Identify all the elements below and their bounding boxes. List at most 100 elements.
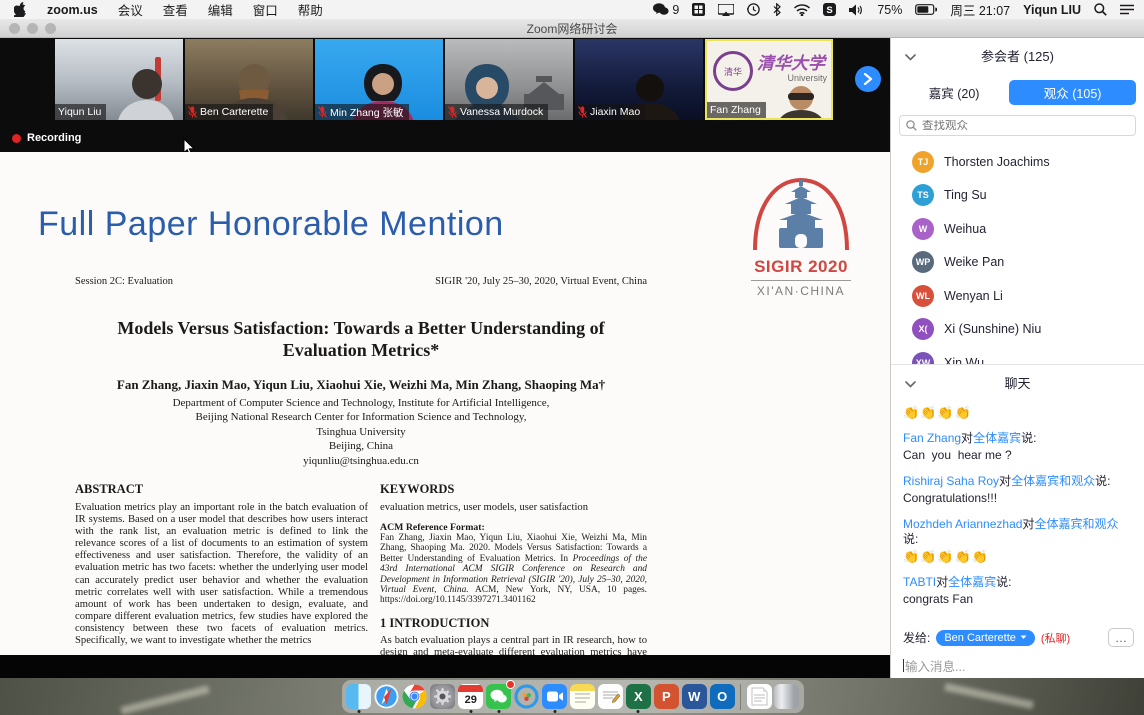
attendee-row[interactable]: TJ Thorsten Joachims — [891, 145, 1144, 179]
muted-mic-icon — [578, 106, 587, 118]
menu-edit[interactable]: 编辑 — [208, 0, 233, 19]
chevron-down-icon — [1020, 635, 1027, 640]
avatar: XW — [912, 352, 934, 364]
running-indicator — [497, 710, 500, 713]
attendee-name: Xi (Sunshine) Niu — [944, 322, 1041, 336]
collapse-participants-icon[interactable] — [905, 49, 916, 64]
menu-help[interactable]: 帮助 — [298, 0, 323, 19]
dock-word-icon[interactable]: W — [681, 683, 707, 710]
text-caret — [903, 659, 904, 672]
attendee-row[interactable]: XW Xin Wu — [891, 346, 1144, 364]
menu-user-name[interactable]: Yiqun LIU — [1023, 3, 1081, 17]
search-attendees-input[interactable] — [922, 120, 1129, 132]
keywords-heading: KEYWORDS — [380, 482, 647, 497]
calendar-day: 29 — [465, 692, 477, 708]
wifi-icon[interactable] — [794, 4, 810, 16]
search-attendees-box[interactable] — [899, 115, 1136, 136]
dock-textedit-icon[interactable] — [597, 683, 623, 710]
keywords-text: evaluation metrics, user models, user sa… — [380, 502, 647, 513]
chat-input-placeholder: 输入消息... — [905, 656, 965, 675]
dock-finder-icon[interactable] — [346, 683, 372, 710]
introduction-text: As batch evaluation plays a central part… — [380, 635, 647, 655]
dock-zoom-icon[interactable] — [542, 683, 568, 710]
dock-calendar-icon[interactable]: 29 — [458, 683, 484, 710]
dock-powerpoint-icon[interactable]: P — [653, 683, 679, 710]
dock-chrome-icon[interactable] — [402, 683, 428, 710]
message-text: 👏👏👏👏👏 — [903, 549, 1132, 564]
private-chat-label: (私聊) — [1041, 630, 1070, 646]
chat-more-button[interactable]: … — [1108, 628, 1134, 647]
next-videos-button[interactable] — [855, 66, 881, 92]
sigir-logo-city: XI'AN·CHINA — [745, 284, 857, 298]
video-tile-fan-zhang[interactable]: 清华 清华大学 University Fan Zhang — [705, 39, 833, 120]
avatar: TJ — [912, 151, 934, 173]
video-strip: Yiqun Liu Ben Carterette Min Zhan — [0, 38, 890, 122]
dock-safari-icon[interactable] — [374, 683, 400, 710]
avatar: WP — [912, 251, 934, 273]
avatar: WL — [912, 285, 934, 307]
attendee-row[interactable]: WL Wenyan Li — [891, 279, 1144, 313]
dock-trash-icon[interactable] — [774, 683, 800, 710]
message-text: Can you hear me ? — [903, 448, 1132, 463]
chat-message: TABTI对全体嘉宾说: congrats Fan — [903, 575, 1132, 607]
attendee-row[interactable]: TS Ting Su — [891, 179, 1144, 213]
chat-input[interactable]: 输入消息... — [903, 656, 1134, 675]
wechat-status-icon[interactable]: 9 — [653, 3, 679, 17]
apple-icon[interactable] — [14, 2, 27, 17]
acm-reference-heading: ACM Reference Format: — [380, 522, 647, 533]
s-app-status-icon[interactable]: S — [823, 3, 836, 16]
dock-wechat-icon[interactable] — [486, 683, 512, 710]
dock-conference-app-icon[interactable] — [514, 683, 540, 710]
participants-title: 参会者 (125) — [981, 46, 1054, 65]
dock-excel-icon[interactable]: X — [625, 683, 651, 710]
attendee-row[interactable]: WP Weike Pan — [891, 246, 1144, 280]
paper-email: yiqunliu@tsinghua.edu.cn — [75, 454, 647, 468]
attendee-name: Weike Pan — [944, 255, 1004, 269]
video-tile-jiaxin-mao[interactable]: Jiaxin Mao — [575, 39, 703, 120]
collapse-chat-icon[interactable] — [905, 376, 916, 391]
chat-messages[interactable]: 👏👏👏👏 Fan Zhang对全体嘉宾说: Can you hear me ? … — [891, 399, 1144, 631]
attendee-name: Weihua — [944, 222, 986, 236]
notification-center-icon[interactable] — [1120, 4, 1134, 15]
dock-system-preferences-icon[interactable] — [430, 683, 456, 710]
introduction-heading: 1 INTRODUCTION — [380, 616, 647, 631]
menu-window[interactable]: 窗口 — [253, 0, 278, 19]
dock-preview-icon[interactable] — [746, 683, 772, 710]
bluetooth-icon[interactable] — [773, 3, 781, 16]
screen-mirroring-icon[interactable] — [718, 4, 734, 16]
menu-clock[interactable]: 周三 21:07 — [950, 0, 1010, 19]
recording-label: Recording — [27, 132, 81, 144]
menu-meeting[interactable]: 会议 — [118, 0, 143, 19]
muted-mic-icon — [448, 106, 457, 118]
dock-notes-icon[interactable] — [570, 683, 596, 710]
chat-title: 聊天 — [1004, 373, 1030, 392]
message-audience: 全体嘉宾 — [948, 575, 996, 589]
dock-outlook-icon[interactable]: O — [709, 683, 735, 710]
spotlight-search-icon[interactable] — [1094, 3, 1107, 16]
tab-guests[interactable]: 嘉宾 (20) — [899, 83, 1009, 102]
volume-icon[interactable] — [849, 4, 864, 16]
abstract-heading: ABSTRACT — [75, 482, 368, 497]
message-text: 👏👏👏👏 — [903, 405, 1132, 420]
search-icon — [906, 120, 917, 131]
window-title-bar[interactable]: Zoom网络研讨会 — [0, 19, 1144, 38]
person-silhouette — [107, 66, 181, 120]
menu-app-name[interactable]: zoom.us — [47, 3, 98, 17]
video-tile-ben-carterette[interactable]: Ben Carterette — [185, 39, 313, 120]
acm-reference-text: Fan Zhang, Jiaxin Mao, Yiqun Liu, Xiaohu… — [380, 533, 647, 606]
grid-status-icon[interactable] — [692, 3, 705, 16]
main-content-area: Yiqun Liu Ben Carterette Min Zhan — [0, 38, 890, 678]
video-tile-yiqun-liu[interactable]: Yiqun Liu — [55, 39, 183, 120]
attendee-row[interactable]: W Weihua — [891, 212, 1144, 246]
tsinghua-seal-logo: 清华 — [713, 51, 753, 91]
avatar: W — [912, 218, 934, 240]
attendee-list: TJ Thorsten Joachims TS Ting Su W Weihua… — [891, 145, 1144, 364]
tab-audience[interactable]: 观众 (105) — [1009, 80, 1136, 105]
screen: zoom.us 会议 查看 编辑 窗口 帮助 9 S 75% 周三 21:07 … — [0, 0, 1144, 715]
attendee-row[interactable]: X( Xi (Sunshine) Niu — [891, 313, 1144, 347]
menu-view[interactable]: 查看 — [163, 0, 188, 19]
video-tile-vanessa-murdock[interactable]: Vanessa Murdock — [445, 39, 573, 120]
recipient-dropdown[interactable]: Ben Carterette — [936, 630, 1035, 646]
time-machine-icon[interactable] — [747, 3, 760, 16]
video-tile-min-zhang[interactable]: Min Zhang 张敏 — [315, 39, 443, 120]
